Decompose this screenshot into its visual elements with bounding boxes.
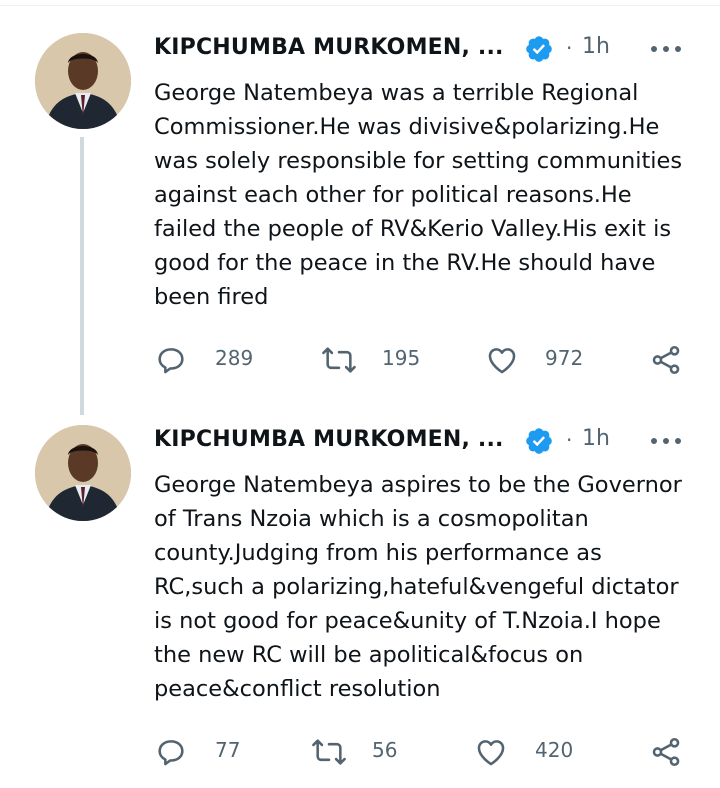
share-icon — [652, 737, 680, 767]
like-count: 972 — [545, 346, 584, 370]
like-count: 420 — [535, 738, 574, 762]
retweet-count: 195 — [382, 346, 421, 370]
reply-count: 289 — [215, 346, 254, 370]
like-icon — [488, 348, 516, 374]
tweet-text: George Natembeya aspires to be the Gover… — [154, 472, 682, 702]
avatar[interactable] — [35, 33, 131, 129]
thread-connector-line — [80, 137, 84, 415]
reply-icon — [158, 740, 184, 766]
tweet-text: George Natembeya was a terrible Regional… — [154, 80, 683, 310]
timestamp[interactable]: 1h — [582, 426, 610, 451]
tweet-actions: 289 195 972 — [154, 338, 694, 378]
avatar[interactable] — [35, 425, 131, 521]
verified-badge-icon — [526, 36, 552, 62]
retweet-icon — [312, 739, 346, 765]
tweet-header: KIPCHUMBA MURKOMEN, ... · 1h — [154, 425, 694, 459]
share-icon — [652, 345, 680, 375]
more-dots-icon[interactable] — [650, 425, 684, 455]
more-dots-icon[interactable] — [650, 33, 684, 63]
tweet-header: KIPCHUMBA MURKOMEN, ... · 1h — [154, 33, 694, 67]
author-name[interactable]: KIPCHUMBA MURKOMEN, ... — [154, 427, 504, 452]
reply-icon — [158, 348, 184, 374]
timestamp[interactable]: 1h — [582, 34, 610, 59]
separator-dot: · — [566, 36, 573, 60]
like-icon — [477, 740, 505, 766]
retweet-count: 56 — [372, 738, 398, 762]
retweet-icon — [322, 347, 356, 373]
verified-badge-icon — [526, 428, 552, 454]
tweet-actions: 77 56 420 — [154, 730, 694, 770]
separator-dot: · — [566, 428, 573, 452]
top-divider — [0, 0, 720, 6]
author-name[interactable]: KIPCHUMBA MURKOMEN, ... — [154, 35, 504, 60]
reply-count: 77 — [215, 738, 241, 762]
